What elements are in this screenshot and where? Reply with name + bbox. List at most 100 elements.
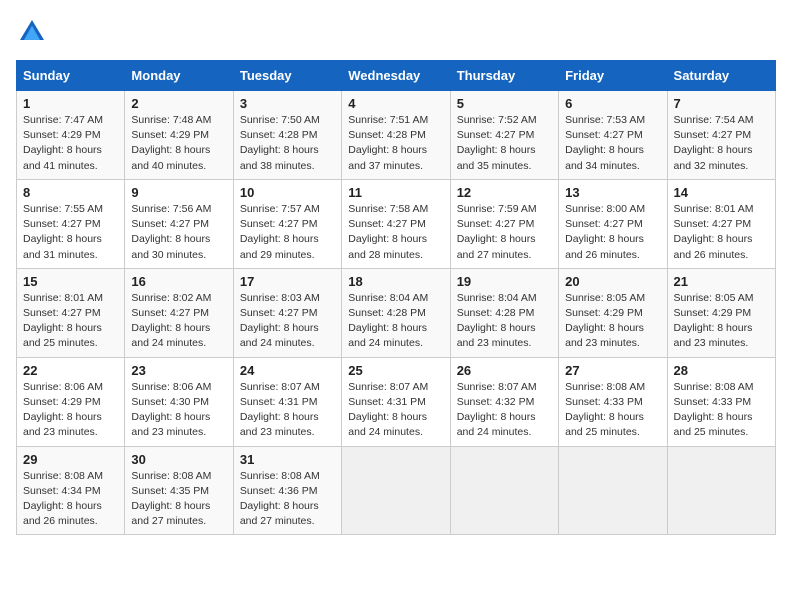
table-row: 27 Sunrise: 8:08 AM Sunset: 4:33 PM Dayl… xyxy=(559,357,667,446)
column-header-saturday: Saturday xyxy=(667,61,775,91)
table-row: 26 Sunrise: 8:07 AM Sunset: 4:32 PM Dayl… xyxy=(450,357,558,446)
day-info: Sunrise: 8:07 AM Sunset: 4:32 PM Dayligh… xyxy=(457,380,552,441)
table-row: 1 Sunrise: 7:47 AM Sunset: 4:29 PM Dayli… xyxy=(17,91,125,180)
day-info: Sunrise: 8:08 AM Sunset: 4:34 PM Dayligh… xyxy=(23,469,118,530)
table-row xyxy=(450,446,558,535)
day-number: 6 xyxy=(565,96,660,111)
day-number: 13 xyxy=(565,185,660,200)
day-number: 19 xyxy=(457,274,552,289)
day-info: Sunrise: 7:54 AM Sunset: 4:27 PM Dayligh… xyxy=(674,113,769,174)
table-row: 3 Sunrise: 7:50 AM Sunset: 4:28 PM Dayli… xyxy=(233,91,341,180)
table-row: 7 Sunrise: 7:54 AM Sunset: 4:27 PM Dayli… xyxy=(667,91,775,180)
day-info: Sunrise: 8:04 AM Sunset: 4:28 PM Dayligh… xyxy=(348,291,443,352)
table-row: 16 Sunrise: 8:02 AM Sunset: 4:27 PM Dayl… xyxy=(125,268,233,357)
day-number: 3 xyxy=(240,96,335,111)
table-row: 8 Sunrise: 7:55 AM Sunset: 4:27 PM Dayli… xyxy=(17,179,125,268)
table-row: 4 Sunrise: 7:51 AM Sunset: 4:28 PM Dayli… xyxy=(342,91,450,180)
day-info: Sunrise: 8:00 AM Sunset: 4:27 PM Dayligh… xyxy=(565,202,660,263)
calendar-week-2: 8 Sunrise: 7:55 AM Sunset: 4:27 PM Dayli… xyxy=(17,179,776,268)
day-number: 27 xyxy=(565,363,660,378)
table-row: 29 Sunrise: 8:08 AM Sunset: 4:34 PM Dayl… xyxy=(17,446,125,535)
day-number: 2 xyxy=(131,96,226,111)
day-number: 15 xyxy=(23,274,118,289)
day-info: Sunrise: 8:06 AM Sunset: 4:29 PM Dayligh… xyxy=(23,380,118,441)
calendar-week-4: 22 Sunrise: 8:06 AM Sunset: 4:29 PM Dayl… xyxy=(17,357,776,446)
day-info: Sunrise: 7:51 AM Sunset: 4:28 PM Dayligh… xyxy=(348,113,443,174)
day-info: Sunrise: 7:59 AM Sunset: 4:27 PM Dayligh… xyxy=(457,202,552,263)
day-number: 17 xyxy=(240,274,335,289)
day-number: 7 xyxy=(674,96,769,111)
table-row: 30 Sunrise: 8:08 AM Sunset: 4:35 PM Dayl… xyxy=(125,446,233,535)
calendar-week-1: 1 Sunrise: 7:47 AM Sunset: 4:29 PM Dayli… xyxy=(17,91,776,180)
day-info: Sunrise: 8:07 AM Sunset: 4:31 PM Dayligh… xyxy=(240,380,335,441)
day-info: Sunrise: 8:07 AM Sunset: 4:31 PM Dayligh… xyxy=(348,380,443,441)
table-row: 6 Sunrise: 7:53 AM Sunset: 4:27 PM Dayli… xyxy=(559,91,667,180)
day-info: Sunrise: 8:02 AM Sunset: 4:27 PM Dayligh… xyxy=(131,291,226,352)
day-number: 21 xyxy=(674,274,769,289)
day-number: 9 xyxy=(131,185,226,200)
column-header-wednesday: Wednesday xyxy=(342,61,450,91)
day-info: Sunrise: 8:03 AM Sunset: 4:27 PM Dayligh… xyxy=(240,291,335,352)
day-info: Sunrise: 7:55 AM Sunset: 4:27 PM Dayligh… xyxy=(23,202,118,263)
day-info: Sunrise: 7:58 AM Sunset: 4:27 PM Dayligh… xyxy=(348,202,443,263)
logo xyxy=(16,16,52,48)
table-row: 5 Sunrise: 7:52 AM Sunset: 4:27 PM Dayli… xyxy=(450,91,558,180)
logo-icon xyxy=(16,16,48,48)
day-number: 23 xyxy=(131,363,226,378)
table-row: 25 Sunrise: 8:07 AM Sunset: 4:31 PM Dayl… xyxy=(342,357,450,446)
day-number: 18 xyxy=(348,274,443,289)
day-info: Sunrise: 8:08 AM Sunset: 4:35 PM Dayligh… xyxy=(131,469,226,530)
day-number: 14 xyxy=(674,185,769,200)
day-info: Sunrise: 8:05 AM Sunset: 4:29 PM Dayligh… xyxy=(565,291,660,352)
day-number: 31 xyxy=(240,452,335,467)
day-number: 10 xyxy=(240,185,335,200)
calendar-week-5: 29 Sunrise: 8:08 AM Sunset: 4:34 PM Dayl… xyxy=(17,446,776,535)
day-info: Sunrise: 8:01 AM Sunset: 4:27 PM Dayligh… xyxy=(23,291,118,352)
column-header-tuesday: Tuesday xyxy=(233,61,341,91)
table-row: 17 Sunrise: 8:03 AM Sunset: 4:27 PM Dayl… xyxy=(233,268,341,357)
calendar-table: SundayMondayTuesdayWednesdayThursdayFrid… xyxy=(16,60,776,535)
table-row xyxy=(667,446,775,535)
table-row: 19 Sunrise: 8:04 AM Sunset: 4:28 PM Dayl… xyxy=(450,268,558,357)
day-number: 25 xyxy=(348,363,443,378)
table-row: 15 Sunrise: 8:01 AM Sunset: 4:27 PM Dayl… xyxy=(17,268,125,357)
table-row: 22 Sunrise: 8:06 AM Sunset: 4:29 PM Dayl… xyxy=(17,357,125,446)
table-row: 14 Sunrise: 8:01 AM Sunset: 4:27 PM Dayl… xyxy=(667,179,775,268)
day-number: 24 xyxy=(240,363,335,378)
column-header-thursday: Thursday xyxy=(450,61,558,91)
page-header xyxy=(16,16,776,48)
table-row: 10 Sunrise: 7:57 AM Sunset: 4:27 PM Dayl… xyxy=(233,179,341,268)
day-info: Sunrise: 8:08 AM Sunset: 4:33 PM Dayligh… xyxy=(674,380,769,441)
day-number: 20 xyxy=(565,274,660,289)
table-row xyxy=(559,446,667,535)
day-info: Sunrise: 7:52 AM Sunset: 4:27 PM Dayligh… xyxy=(457,113,552,174)
day-info: Sunrise: 7:48 AM Sunset: 4:29 PM Dayligh… xyxy=(131,113,226,174)
day-number: 29 xyxy=(23,452,118,467)
day-info: Sunrise: 7:50 AM Sunset: 4:28 PM Dayligh… xyxy=(240,113,335,174)
table-row: 21 Sunrise: 8:05 AM Sunset: 4:29 PM Dayl… xyxy=(667,268,775,357)
day-info: Sunrise: 7:53 AM Sunset: 4:27 PM Dayligh… xyxy=(565,113,660,174)
table-row: 20 Sunrise: 8:05 AM Sunset: 4:29 PM Dayl… xyxy=(559,268,667,357)
day-info: Sunrise: 8:08 AM Sunset: 4:36 PM Dayligh… xyxy=(240,469,335,530)
day-info: Sunrise: 8:06 AM Sunset: 4:30 PM Dayligh… xyxy=(131,380,226,441)
day-number: 28 xyxy=(674,363,769,378)
table-row: 9 Sunrise: 7:56 AM Sunset: 4:27 PM Dayli… xyxy=(125,179,233,268)
table-row: 13 Sunrise: 8:00 AM Sunset: 4:27 PM Dayl… xyxy=(559,179,667,268)
day-info: Sunrise: 8:05 AM Sunset: 4:29 PM Dayligh… xyxy=(674,291,769,352)
table-row: 12 Sunrise: 7:59 AM Sunset: 4:27 PM Dayl… xyxy=(450,179,558,268)
day-info: Sunrise: 8:04 AM Sunset: 4:28 PM Dayligh… xyxy=(457,291,552,352)
column-header-sunday: Sunday xyxy=(17,61,125,91)
table-row: 2 Sunrise: 7:48 AM Sunset: 4:29 PM Dayli… xyxy=(125,91,233,180)
day-number: 30 xyxy=(131,452,226,467)
day-info: Sunrise: 7:57 AM Sunset: 4:27 PM Dayligh… xyxy=(240,202,335,263)
day-number: 1 xyxy=(23,96,118,111)
table-row: 24 Sunrise: 8:07 AM Sunset: 4:31 PM Dayl… xyxy=(233,357,341,446)
day-number: 4 xyxy=(348,96,443,111)
table-row: 11 Sunrise: 7:58 AM Sunset: 4:27 PM Dayl… xyxy=(342,179,450,268)
day-info: Sunrise: 8:08 AM Sunset: 4:33 PM Dayligh… xyxy=(565,380,660,441)
day-number: 26 xyxy=(457,363,552,378)
day-number: 16 xyxy=(131,274,226,289)
day-info: Sunrise: 8:01 AM Sunset: 4:27 PM Dayligh… xyxy=(674,202,769,263)
calendar-week-3: 15 Sunrise: 8:01 AM Sunset: 4:27 PM Dayl… xyxy=(17,268,776,357)
day-number: 8 xyxy=(23,185,118,200)
